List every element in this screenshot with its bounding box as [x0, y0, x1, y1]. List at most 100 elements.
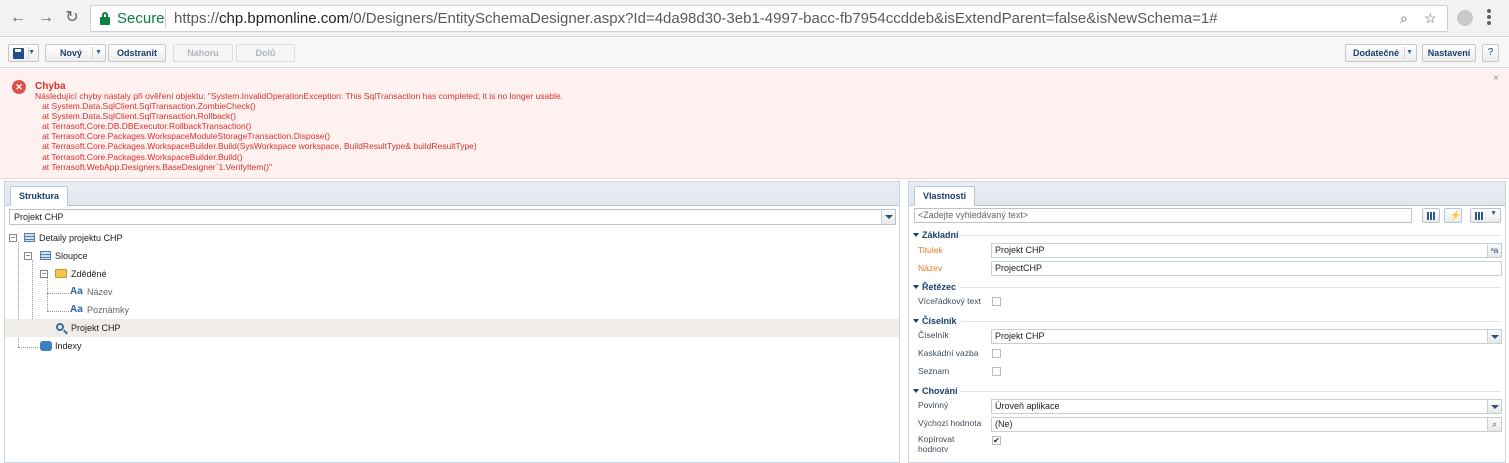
list-label: Seznam: [918, 366, 950, 376]
tree-node-lookup[interactable]: Projekt CHP: [5, 319, 899, 337]
search-icon[interactable]: ⌕: [1487, 418, 1501, 431]
events-button[interactable]: ⚡: [1444, 208, 1462, 223]
section-divider: [961, 287, 1501, 288]
zoom-icon[interactable]: ⌕: [1400, 10, 1408, 27]
forward-arrow-icon[interactable]: →: [36, 8, 56, 28]
error-line: at System.Data.SqlClient.SqlTransaction.…: [35, 101, 256, 112]
default-value-text: (Ne): [995, 419, 1013, 429]
address-bar[interactable]: Secure https://chp.bpmonline.com/0/Desig…: [90, 5, 1448, 32]
designer-toolbar: ▼ Nový ▼ Odstranit Nahoru Dolů Dodatečné…: [0, 38, 1509, 68]
delete-button[interactable]: Odstranit: [108, 44, 166, 62]
move-down-button[interactable]: Dolů: [236, 44, 295, 62]
text-field-icon: Aa: [70, 286, 83, 297]
tree-node-label: Název: [87, 287, 113, 297]
name-label: Název: [918, 263, 943, 273]
section-string[interactable]: Řetězec: [913, 281, 956, 293]
tree-node-label: Indexy: [55, 341, 82, 351]
extension-icon[interactable]: [1457, 10, 1473, 26]
floppy-icon: [13, 48, 24, 59]
default-value-label: Výchozí hodnota: [918, 418, 982, 428]
section-toggle-icon: [913, 233, 919, 237]
section-behavior[interactable]: Chování: [913, 385, 958, 397]
tree-node-field-name[interactable]: Aa Název: [5, 283, 899, 301]
tree-node-label: Zděděné: [71, 269, 107, 279]
tab-properties[interactable]: Vlastnosti: [914, 186, 976, 206]
error-line: at Terrasoft.WebApp.Designers.BaseDesign…: [35, 161, 273, 172]
title-field-value: Projekt CHP: [995, 245, 1045, 255]
back-arrow-icon[interactable]: ←: [8, 8, 28, 28]
section-lookup-label: Číselník: [922, 316, 957, 326]
collapse-icon[interactable]: −: [24, 252, 32, 260]
additional-button-label: Dodatečné: [1353, 48, 1400, 58]
tree-node-indexes[interactable]: Indexy: [5, 337, 899, 355]
property-search-input[interactable]: <Zadejte vyhledávaný text>: [914, 208, 1412, 223]
new-dropdown-icon[interactable]: ▼: [95, 45, 102, 61]
multiline-checkbox[interactable]: [992, 297, 1001, 306]
save-dropdown-icon[interactable]: ▼: [28, 45, 35, 61]
default-value-field[interactable]: (Ne) ⌕: [991, 417, 1502, 432]
url-text[interactable]: https://chp.bpmonline.com/0/Designers/En…: [174, 10, 1218, 27]
grid-view-icon: [1427, 212, 1436, 220]
properties-tabstrip: Vlastnosti: [909, 182, 1505, 206]
tab-structure[interactable]: Struktura: [10, 186, 69, 206]
close-icon[interactable]: ×: [1493, 73, 1499, 84]
structure-object-select[interactable]: Projekt CHP: [9, 209, 896, 225]
columns-icon: [40, 251, 51, 260]
lookup-magnifier-icon: [56, 323, 64, 331]
help-button[interactable]: ?: [1482, 44, 1499, 62]
bookmark-star-icon[interactable]: ☆: [1424, 10, 1437, 27]
title-label: Titulek: [918, 245, 943, 255]
section-divider: [961, 391, 1501, 392]
translate-icon[interactable]: ᵃa: [1487, 244, 1501, 257]
error-message: Následující chyby nastaly při ověření ob…: [35, 91, 563, 172]
url-host: chp.bpmonline.com: [219, 10, 350, 27]
section-basic[interactable]: Základní: [913, 229, 959, 241]
section-divider: [961, 235, 1501, 236]
text-field-icon: Aa: [70, 304, 83, 315]
required-select[interactable]: Úroveň aplikace: [991, 399, 1502, 414]
save-button[interactable]: ▼: [8, 44, 39, 62]
tree-node-columns[interactable]: − Sloupce: [5, 247, 899, 265]
collapse-icon[interactable]: −: [40, 270, 48, 278]
move-up-button[interactable]: Nahoru: [173, 44, 233, 62]
new-button[interactable]: Nový ▼: [45, 44, 106, 62]
lookup-label: Číselník: [918, 330, 949, 340]
copy-values-checkbox[interactable]: ✔: [992, 436, 1001, 445]
list-checkbox[interactable]: [992, 367, 1001, 376]
settings-button[interactable]: Nastavení: [1422, 44, 1476, 62]
tree-node-label: Projekt CHP: [71, 323, 121, 333]
section-lookup[interactable]: Číselník: [913, 315, 957, 327]
url-scheme: https://: [174, 10, 220, 27]
tree-node-root[interactable]: − Detaily projektu CHP: [5, 229, 899, 247]
name-field[interactable]: ProjectCHP: [991, 261, 1502, 276]
chevron-down-icon[interactable]: [1487, 330, 1501, 343]
reload-icon[interactable]: ↻: [62, 8, 82, 28]
tree-node-field-notes[interactable]: Aa Poznámky: [5, 301, 899, 319]
error-line: at Terrasoft.Core.DB.DBExecutor.Rollback…: [35, 121, 252, 132]
section-divider: [961, 321, 1501, 322]
view-options-icon: [1475, 212, 1484, 220]
lightning-icon: ⚡: [1450, 210, 1462, 220]
structure-panel: Struktura Projekt CHP − Detaily projektu…: [4, 181, 900, 463]
tree-node-inherited[interactable]: − Zděděné: [5, 265, 899, 283]
browser-toolbar: ← → ↻ Secure https://chp.bpmonline.com/0…: [0, 0, 1509, 37]
required-select-value: Úroveň aplikace: [995, 401, 1060, 411]
url-path: /0/Designers/EntitySchemaDesigner.aspx?I…: [349, 10, 1218, 27]
error-line: at Terrasoft.Core.Packages.WorkspaceModu…: [35, 131, 331, 142]
chevron-down-icon[interactable]: [881, 210, 895, 224]
error-line: at Terrasoft.Core.Packages.WorkspaceBuil…: [35, 141, 477, 152]
lookup-select[interactable]: Projekt CHP: [991, 329, 1502, 344]
browser-menu-icon[interactable]: [1487, 9, 1491, 27]
grid-view-button[interactable]: [1422, 208, 1440, 223]
additional-button[interactable]: Dodatečné ▼: [1345, 44, 1417, 62]
additional-dropdown-icon[interactable]: ▼: [1406, 45, 1413, 61]
title-field[interactable]: Projekt CHP ᵃa: [991, 243, 1502, 258]
section-toggle-icon: [913, 389, 919, 393]
chevron-down-icon[interactable]: [1487, 400, 1501, 413]
section-behavior-label: Chování: [922, 386, 958, 396]
cascade-checkbox[interactable]: [992, 349, 1001, 358]
view-options-button[interactable]: ▼: [1470, 208, 1501, 223]
multiline-label: Víceřádkový text: [918, 296, 981, 306]
collapse-icon[interactable]: −: [9, 234, 17, 242]
properties-panel: Vlastnosti <Zadejte vyhledávaný text> ⚡ …: [908, 181, 1506, 463]
